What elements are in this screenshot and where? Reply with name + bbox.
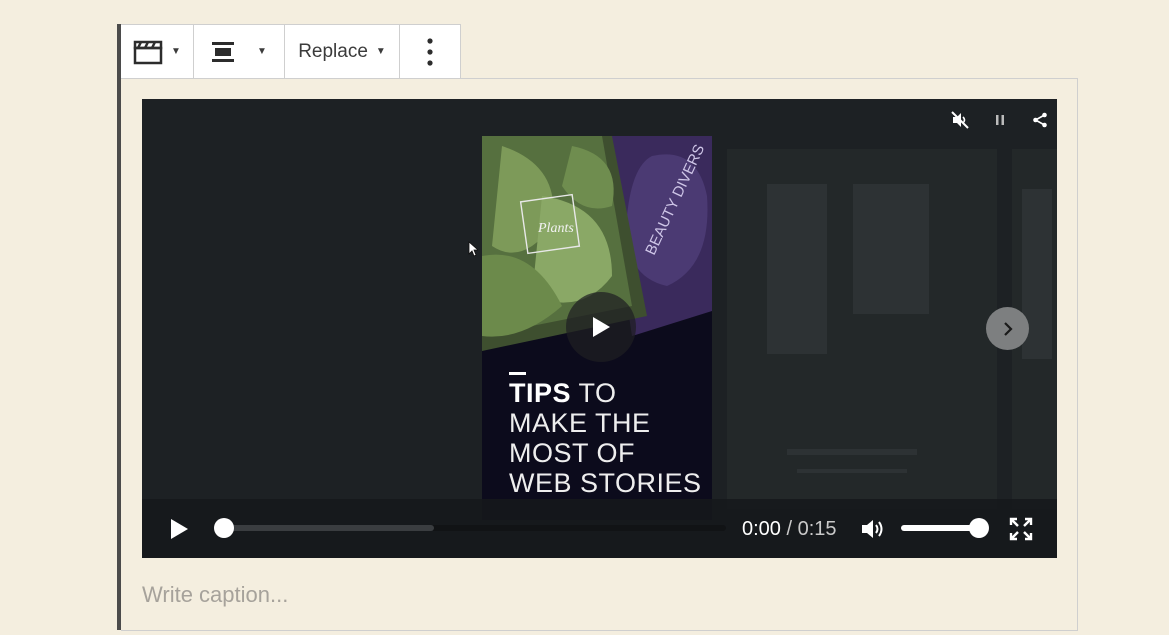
volume-thumb[interactable] [969, 518, 989, 538]
pause-button[interactable] [989, 109, 1011, 131]
fullscreen-icon [1009, 517, 1033, 541]
background-story-preview [727, 149, 997, 509]
buffered-range [224, 525, 434, 531]
time-display: 0:00 / 0:15 [742, 518, 837, 541]
title-dash [509, 372, 526, 375]
mute-button[interactable] [949, 109, 971, 131]
pause-icon [996, 115, 1004, 125]
volume-slider[interactable] [901, 518, 989, 538]
story-title: TIPS TO MAKE THE MOST OF WEB STORIES [509, 378, 702, 498]
plants-script-text: Plants [537, 221, 574, 236]
seek-thumb[interactable] [214, 518, 234, 538]
caret-down-icon: ▼ [375, 46, 386, 57]
block-toolbar: ▼ ▼ Replace ▼ [121, 24, 461, 79]
share-icon [1033, 112, 1047, 128]
media-type-button[interactable]: ▼ [121, 25, 194, 78]
title-rest: TO [571, 378, 617, 408]
video-player[interactable]: Plants BEAUTY DIVERS TIPS TO MAKE THE MO… [142, 99, 1057, 558]
title-line-3: MOST OF [509, 438, 636, 468]
center-play-button[interactable] [566, 292, 636, 362]
more-options-button[interactable] [400, 25, 460, 78]
caret-down-icon: ▼ [171, 46, 181, 57]
share-button[interactable] [1029, 109, 1051, 131]
caret-down-icon: ▼ [257, 46, 267, 57]
replace-label: Replace [298, 40, 368, 62]
film-clapper-icon [133, 40, 163, 64]
caption-input[interactable]: Write caption... [142, 582, 288, 608]
volume-muted-icon [951, 111, 969, 129]
seek-slider[interactable] [214, 518, 726, 538]
align-button[interactable]: ▼ [194, 25, 285, 78]
fullscreen-button[interactable] [1006, 514, 1036, 544]
play-button[interactable] [164, 514, 194, 544]
vertical-ellipsis-icon [427, 37, 433, 66]
mouse-cursor-icon [468, 241, 478, 257]
title-line-2: MAKE THE [509, 408, 651, 438]
title-line-4: WEB STORIES [509, 468, 702, 498]
align-center-icon [212, 41, 235, 62]
duration: 0:15 [797, 518, 837, 540]
chevron-right-icon [1003, 321, 1013, 336]
player-top-icons [949, 109, 1051, 131]
volume-button[interactable] [858, 514, 888, 544]
video-controls-bar: 0:00 / 0:15 [142, 499, 1057, 558]
current-time: 0:00 [742, 518, 781, 540]
time-separator: / [780, 518, 798, 540]
title-bold: TIPS [509, 378, 572, 408]
next-story-button[interactable] [986, 307, 1029, 350]
replace-button[interactable]: Replace ▼ [285, 25, 400, 78]
play-icon [593, 317, 610, 337]
play-icon [171, 519, 188, 539]
volume-icon [862, 520, 883, 538]
